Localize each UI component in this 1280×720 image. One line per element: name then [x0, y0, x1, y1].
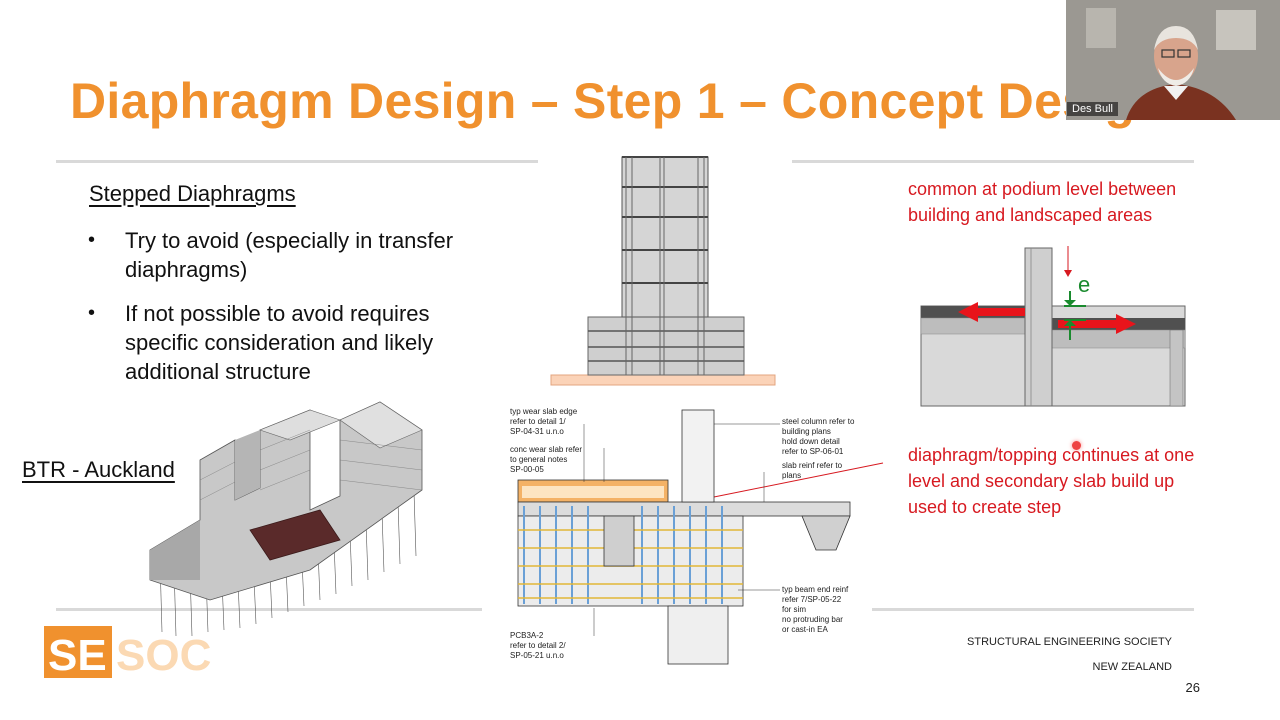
tower-elevation-diagram [550, 156, 776, 386]
rule-top-left [56, 160, 538, 163]
detail-label-beam-end-3: for sim [782, 605, 806, 614]
footer-line-2: NEW ZEALAND [1092, 661, 1172, 673]
svg-text:steel column refer to buil: steel column refer to building plans hol… [782, 417, 857, 456]
detail-label-wear-slab-edge-1: typ wear slab edge [510, 407, 578, 416]
detail-label-beam-end-2: refer 7/SP-05-22 [782, 595, 842, 604]
detail-label-conc-wear-slab-3: SP-00-05 [510, 465, 544, 474]
detail-label-slab-reinf-2: plans [782, 471, 801, 480]
detail-label-pcb-2: refer to detail 2/ [510, 641, 566, 650]
eccentricity-symbol: e [1078, 272, 1090, 297]
svg-text:slab reinf refer to plans: slab reinf refer to plans [782, 461, 844, 480]
svg-text:SOC: SOC [116, 631, 211, 678]
bullet-list: Try to avoid (especially in transfer dia… [88, 226, 508, 401]
stepped-slab-construction-detail: typ wear slab edge refer to detail 1/ SP… [510, 407, 857, 665]
detail-label-beam-end-4: no protruding bar [782, 615, 843, 624]
svg-text:conc wear slab refer to ge: conc wear slab refer to general notes SP… [510, 445, 584, 474]
detail-label-pcb-1: PCB3A-2 [510, 631, 544, 640]
bullet-item: If not possible to avoid requires specif… [88, 299, 508, 386]
detail-label-beam-end-1: typ beam end reinf [782, 585, 849, 594]
detail-label-steel-column-1: steel column refer to [782, 417, 855, 426]
footer-line-1: STRUCTURAL ENGINEERING SOCIETY [967, 636, 1172, 648]
laser-pointer-dot [1072, 441, 1081, 450]
note-topping-continues: diaphragm/topping continues at one level… [908, 445, 1195, 517]
detail-label-steel-column-3: hold down detail [782, 437, 840, 446]
svg-text:typ wear slab edge refer t: typ wear slab edge refer to detail 1/ SP… [510, 407, 579, 436]
detail-label-steel-column-2: building plans [782, 427, 831, 436]
footer-society-name: STRUCTURAL ENGINEERING SOCIETY NEW ZEALA… [940, 630, 1172, 680]
slide-title: Diaphragm Design – Step 1 – Concept Desi… [70, 73, 1167, 129]
detail-label-conc-wear-slab-2: to general notes [510, 455, 567, 464]
detail-label-beam-end-5: or cast-in EA [782, 625, 828, 634]
sesoc-logo: SE SOC [44, 626, 211, 678]
note-podium-level: common at podium level between building … [908, 179, 1177, 225]
detail-label-wear-slab-edge-2: refer to detail 1/ [510, 417, 566, 426]
detail-label-pcb-3: SP-05-21 u.n.o [510, 651, 564, 660]
rule-bottom-right [872, 608, 1194, 611]
detail-label-slab-reinf-1: slab reinf refer to [782, 461, 843, 470]
participant-name-tag: Des Bull [1067, 102, 1118, 116]
btr-auckland-3d-model [149, 401, 423, 637]
detail-label-steel-column-4: refer to SP-06-01 [782, 447, 844, 456]
svg-text:SE: SE [48, 631, 107, 678]
svg-text:typ beam end reinf refer 7: typ beam end reinf refer 7/SP-05-22 for … [782, 585, 851, 634]
detail-label-conc-wear-slab-1: conc wear slab refer [510, 445, 582, 454]
section-heading: Stepped Diaphragms [89, 181, 296, 206]
page-number: 26 [1185, 680, 1200, 695]
bullet-item: Try to avoid (especially in transfer dia… [88, 226, 508, 284]
svg-text:PCB3A-2 refer to detail 2/: PCB3A-2 refer to detail 2/ SP-05-21 u.n.… [510, 631, 568, 660]
detail-label-wear-slab-edge-3: SP-04-31 u.n.o [510, 427, 564, 436]
rule-top-right [792, 160, 1194, 163]
stepped-diaphragm-section: e [920, 246, 1186, 407]
